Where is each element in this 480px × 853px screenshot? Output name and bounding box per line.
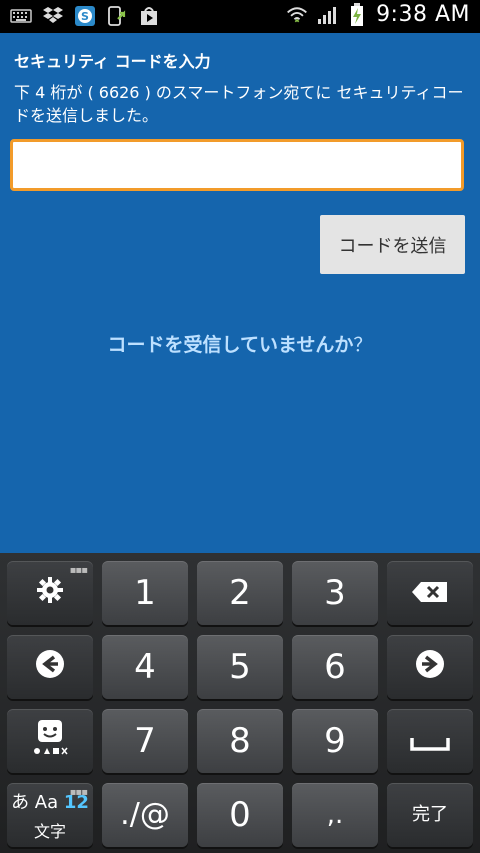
- input-mode-key[interactable]: ▪▪▪ あ Aa 12 文字: [7, 783, 93, 847]
- status-time: 9:38 AM: [376, 2, 470, 27]
- security-code-input[interactable]: [10, 139, 464, 191]
- gear-icon: [35, 575, 65, 611]
- numeric-keyboard: ▪▪▪ 1 2 3 4 5 6 7 8 9 ▪▪▪ あ Aa 12 文字 ./@…: [0, 553, 480, 853]
- skype-icon: S: [74, 5, 96, 27]
- security-code-screen: セキュリティ コードを入力 下 4 桁が ( 6626 ) のスマートフォン宛て…: [0, 33, 480, 553]
- key-3[interactable]: 3: [292, 561, 378, 625]
- play-store-icon: [138, 5, 160, 27]
- key-1[interactable]: 1: [102, 561, 188, 625]
- more-dots-icon: ▪▪▪: [69, 787, 88, 798]
- symbols-key[interactable]: ./@: [102, 783, 188, 847]
- keyboard-icon: [10, 5, 32, 27]
- key-8[interactable]: 8: [197, 709, 283, 773]
- key-0[interactable]: 0: [197, 783, 283, 847]
- emoji-icon: [32, 718, 68, 764]
- key-2[interactable]: 2: [197, 561, 283, 625]
- key-9[interactable]: 9: [292, 709, 378, 773]
- page-description: 下 4 桁が ( 6626 ) のスマートフォン宛てに セキュリティコードを送信…: [14, 83, 464, 125]
- key-7[interactable]: 7: [102, 709, 188, 773]
- status-bar: S 9:38 AM: [0, 0, 480, 33]
- more-dots-icon: ▪▪▪: [69, 565, 88, 576]
- emoji-key[interactable]: [7, 709, 93, 773]
- resend-code-link[interactable]: コードを受信していませんか？: [0, 330, 480, 357]
- key-5[interactable]: 5: [197, 635, 283, 699]
- resend-code-link-suffix: ？: [353, 334, 373, 356]
- signal-icon: [316, 4, 338, 26]
- send-code-button[interactable]: コードを送信: [320, 215, 465, 274]
- battery-charging-icon: [346, 2, 368, 26]
- resend-code-link-text: コードを受信していませんか: [107, 334, 354, 356]
- phone-update-icon: [106, 5, 128, 27]
- mode-label-kana-alpha: あ Aa: [11, 792, 59, 813]
- backspace-key[interactable]: [387, 561, 473, 625]
- dropbox-icon: [42, 5, 64, 27]
- space-icon: [410, 724, 450, 758]
- arrow-right-icon: [414, 648, 446, 686]
- arrow-left-icon: [34, 648, 66, 686]
- keyboard-settings-key[interactable]: ▪▪▪: [7, 561, 93, 625]
- cursor-left-key[interactable]: [7, 635, 93, 699]
- done-key[interactable]: 完了: [387, 783, 473, 847]
- cursor-right-key[interactable]: [387, 635, 473, 699]
- key-4[interactable]: 4: [102, 635, 188, 699]
- svg-text:S: S: [81, 10, 89, 23]
- status-left-icons: S: [10, 5, 160, 27]
- page-title: セキュリティ コードを入力: [14, 52, 211, 71]
- key-6[interactable]: 6: [292, 635, 378, 699]
- space-key[interactable]: [387, 709, 473, 773]
- wifi-icon: [286, 4, 308, 26]
- backspace-icon: [411, 576, 449, 610]
- punctuation-key[interactable]: ,.: [292, 783, 378, 847]
- status-right-icons: 9:38 AM: [286, 2, 470, 27]
- mode-label-char: 文字: [33, 822, 66, 841]
